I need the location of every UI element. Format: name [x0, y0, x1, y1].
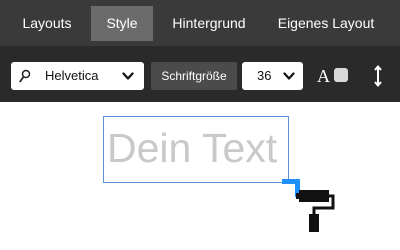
paint-roller-icon[interactable] — [293, 188, 335, 234]
font-size-label: Schriftgröße — [151, 62, 237, 90]
text-element[interactable]: Dein Text — [103, 116, 289, 183]
text-element-content[interactable]: Dein Text — [107, 125, 277, 171]
tab-eigenes-layout[interactable]: Eigenes Layout — [268, 6, 384, 41]
color-swatch — [334, 68, 348, 82]
font-family-value: Helvetica — [45, 68, 99, 83]
search-icon — [19, 69, 31, 83]
chevron-down-icon — [122, 72, 134, 80]
tab-style[interactable]: Style — [91, 6, 153, 41]
tab-layouts[interactable]: Layouts — [12, 6, 82, 41]
chevron-down-icon — [283, 72, 295, 80]
editor-canvas[interactable]: Dein Text — [0, 102, 400, 250]
vertical-resize-icon[interactable] — [372, 64, 384, 88]
font-family-select[interactable]: Helvetica — [11, 62, 144, 90]
tab-hintergrund[interactable]: Hintergrund — [164, 6, 254, 41]
text-color-glyph: A — [317, 66, 330, 86]
tab-bar: Layouts Style Hintergrund Eigenes Layout — [0, 0, 400, 46]
font-size-value: 36 — [257, 68, 272, 83]
text-color-button[interactable]: A — [314, 64, 354, 88]
style-toolbar: Helvetica Schriftgröße 36 A — [0, 46, 400, 102]
font-size-select[interactable]: 36 — [242, 62, 303, 90]
